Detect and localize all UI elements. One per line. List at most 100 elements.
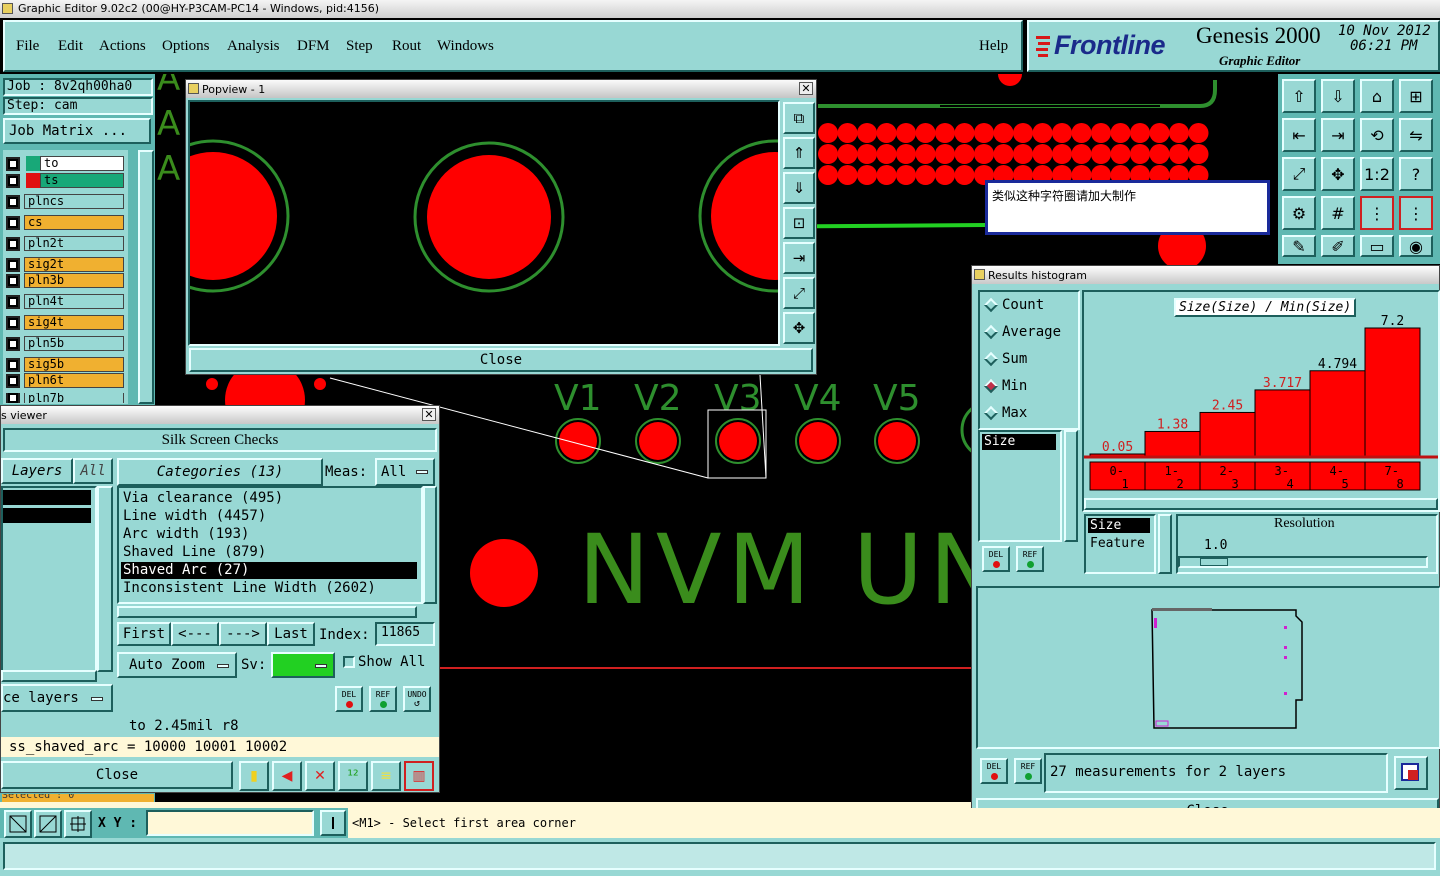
radio-icon[interactable] — [983, 351, 999, 367]
via-pad[interactable] — [719, 422, 757, 460]
layers-all-button[interactable]: All — [73, 458, 113, 484]
histogram-hscroll[interactable] — [1084, 498, 1438, 510]
download-icon[interactable]: ⇩ — [1321, 79, 1355, 113]
index-field[interactable]: 11865 — [375, 622, 435, 646]
layer-name[interactable]: pln4t — [24, 294, 124, 309]
zoom-down-icon[interactable]: ⇓ — [783, 172, 815, 204]
show-all-checkbox[interactable] — [343, 656, 355, 668]
window-split-icon[interactable]: ⊞ — [1399, 79, 1433, 113]
grid-icon[interactable]: # — [1321, 196, 1355, 230]
layer-row-pln4t[interactable]: pln4t — [6, 293, 124, 310]
layer-checkbox[interactable] — [6, 236, 20, 251]
radio-icon[interactable] — [983, 297, 999, 313]
category-item[interactable]: Line width (4457) — [121, 508, 417, 525]
layer-checkbox[interactable] — [6, 257, 20, 272]
bottom-ref-button[interactable]: REF — [1014, 758, 1042, 784]
scale-icon[interactable]: 1:2 — [1360, 157, 1394, 191]
radio-icon[interactable] — [983, 324, 999, 340]
exit-icon[interactable]: ⇤ — [1282, 118, 1316, 152]
layer-checkbox[interactable] — [6, 373, 20, 388]
menu-options[interactable]: Options — [162, 38, 210, 55]
menu-help[interactable]: Help — [979, 38, 1008, 55]
menu-analysis[interactable]: Analysis — [227, 38, 280, 55]
layer-row-sig2t[interactable]: sig2t — [6, 256, 124, 273]
info-icon[interactable] — [320, 810, 346, 836]
menu-windows[interactable]: Windows — [437, 38, 494, 55]
via-pad[interactable] — [639, 422, 677, 460]
chart-icon[interactable]: ▥ — [404, 761, 434, 791]
category-item[interactable]: Via clearance (495) — [121, 490, 417, 507]
layer-name[interactable]: sig4t — [24, 315, 124, 330]
layer-name[interactable]: pln5b — [24, 336, 124, 351]
layers-hscroll[interactable] — [1, 670, 97, 682]
categories-button[interactable]: Categories (13) — [117, 458, 323, 486]
grid-snap-icon[interactable] — [64, 810, 92, 838]
measure-icon[interactable] — [34, 810, 62, 838]
copy-view-icon[interactable]: ⧉ — [783, 102, 815, 134]
layer-name[interactable]: ts — [40, 173, 124, 188]
layer-checkbox[interactable] — [6, 315, 20, 330]
histogram-list-scrollbar[interactable] — [1064, 430, 1078, 542]
viewer-close-x[interactable]: ✕ — [422, 408, 436, 421]
via-pad[interactable] — [878, 422, 916, 460]
layer-checkbox[interactable] — [6, 336, 20, 351]
histogram-list[interactable]: Size — [978, 430, 1062, 542]
layers-red-icon[interactable]: ⋮ — [1399, 196, 1433, 230]
histogram-list-item[interactable]: Size — [982, 434, 1056, 450]
via-pad[interactable] — [559, 422, 597, 460]
layer-name[interactable]: pln3b — [24, 273, 124, 288]
size-feature-scrollbar[interactable] — [1158, 514, 1172, 574]
del-button[interactable]: DEL — [335, 686, 363, 712]
layer-row-plncs[interactable]: plncs — [6, 193, 124, 210]
layer-row-pln5b[interactable]: pln5b — [6, 335, 124, 352]
popview-close-button[interactable]: Close — [189, 348, 813, 372]
resolution-slider-handle[interactable] — [1200, 558, 1228, 566]
menu-rout[interactable]: Rout — [392, 38, 421, 55]
category-item[interactable]: Arc width (193) — [121, 526, 417, 543]
enter-icon[interactable]: ⇥ — [1321, 118, 1355, 152]
layer-list-row[interactable] — [3, 490, 91, 505]
layers-scrollbar[interactable] — [97, 486, 113, 672]
menu-step[interactable]: Step — [346, 38, 373, 55]
first-button[interactable]: First — [117, 622, 171, 646]
job-matrix-button[interactable]: Job Matrix ... — [3, 118, 151, 144]
notes-icon[interactable]: ≡ — [371, 761, 401, 791]
bottom-del-button[interactable]: DEL — [980, 758, 1008, 784]
last-button[interactable]: Last — [267, 622, 315, 646]
sv-color-dropdown[interactable] — [271, 652, 335, 678]
layer-checkbox[interactable] — [6, 156, 20, 171]
layer-name[interactable]: plncs — [24, 194, 124, 209]
radio-icon[interactable] — [983, 405, 999, 421]
ref-button[interactable]: REF — [369, 686, 397, 712]
viewer-close-button[interactable]: Close — [1, 761, 233, 789]
run-icon[interactable]: ▮ — [239, 761, 269, 791]
radio-max[interactable]: Max — [983, 405, 1027, 421]
layer-checkbox[interactable] — [6, 294, 20, 309]
radio-min[interactable]: Min — [983, 378, 1027, 394]
layer-row-sig4t[interactable]: sig4t — [6, 314, 124, 331]
categories-list[interactable]: Via clearance (495) Line width (4457) Arc … — [117, 486, 423, 604]
layer-scrollbar[interactable] — [138, 150, 154, 404]
skip-icon[interactable]: ✕ — [305, 761, 335, 791]
layer-name[interactable]: sig2t — [24, 257, 124, 272]
layer-row-ts[interactable]: ts — [6, 172, 124, 189]
menu-actions[interactable]: Actions — [99, 38, 146, 55]
zoom-area-icon[interactable] — [4, 810, 32, 838]
layer-checkbox[interactable] — [6, 273, 20, 288]
categories-scrollbar[interactable] — [423, 486, 437, 604]
layer-name[interactable]: pln7b — [24, 393, 124, 403]
layer-name[interactable]: to — [40, 156, 124, 171]
prev-button[interactable]: <--- — [171, 622, 219, 646]
help-icon[interactable]: ? — [1399, 157, 1433, 191]
menu-dfm[interactable]: DFM — [297, 38, 330, 55]
layer-row-pln2t[interactable]: pln2t — [6, 235, 124, 252]
radio-sum[interactable]: Sum — [983, 351, 1027, 367]
layer-checkbox[interactable] — [6, 393, 20, 403]
report-icon[interactable] — [1394, 756, 1428, 790]
category-item[interactable]: Shaved Arc (27) — [121, 562, 417, 579]
layer-row-pln7b[interactable]: pln7b — [6, 393, 124, 403]
layer-row-to[interactable]: to — [6, 155, 124, 172]
draw-icon[interactable]: ✐ — [1321, 235, 1355, 257]
export-icon[interactable]: ⇥ — [783, 242, 815, 274]
layers-button[interactable]: Layers — [1, 458, 73, 484]
